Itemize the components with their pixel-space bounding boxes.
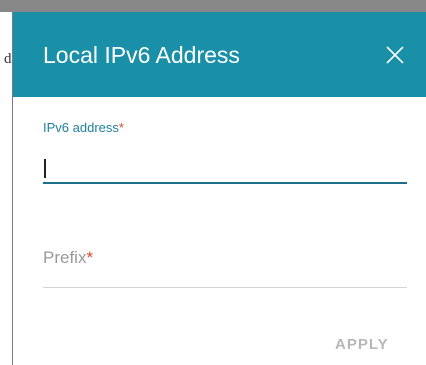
- prefix-input[interactable]: [43, 238, 407, 288]
- prefix-field: Prefix*: [43, 238, 407, 288]
- close-button[interactable]: [382, 42, 408, 68]
- dialog-header: Local IPv6 Address: [13, 12, 426, 97]
- page: d Local IPv6 Address IPv6 address* Prefi…: [0, 0, 426, 365]
- backdrop-overlay: [0, 0, 426, 12]
- apply-button[interactable]: APPLY: [335, 336, 389, 353]
- ipv6-address-label-text: IPv6 address: [43, 120, 119, 135]
- prefix-label-text: Prefix: [43, 248, 87, 267]
- local-ipv6-dialog: Local IPv6 Address IPv6 address* Prefix*…: [12, 12, 426, 365]
- text-caret: [44, 159, 46, 178]
- dialog-title: Local IPv6 Address: [43, 42, 240, 68]
- backdrop-partial-text: d: [4, 51, 12, 67]
- ipv6-address-input[interactable]: [43, 150, 407, 184]
- required-mark: *: [118, 120, 124, 135]
- close-icon: [386, 46, 404, 64]
- ipv6-address-label: IPv6 address*: [43, 120, 124, 135]
- required-mark: *: [86, 248, 94, 267]
- ipv6-address-field: IPv6 address*: [43, 120, 407, 186]
- prefix-label: Prefix*: [43, 248, 93, 268]
